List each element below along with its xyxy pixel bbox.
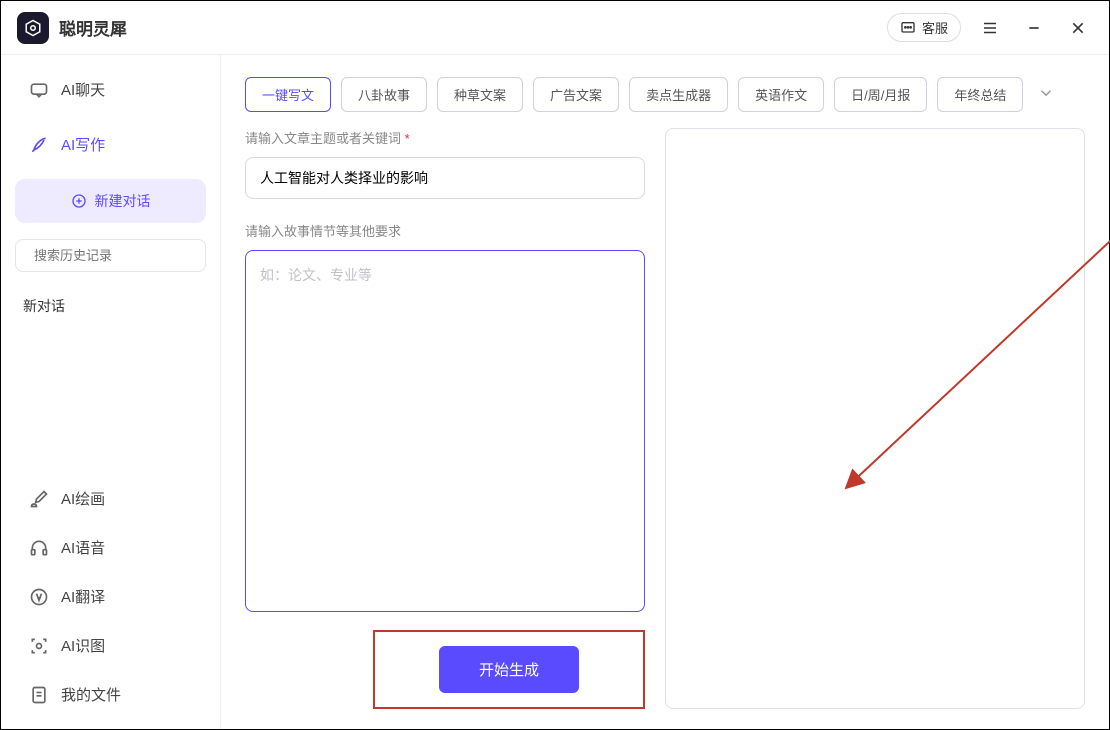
minimize-icon [1026,20,1042,36]
tabs-row: 一键写文 八卦故事 种草文案 广告文案 卖点生成器 英语作文 日/周/月报 年终… [221,55,1109,128]
feather-icon [29,135,49,155]
close-icon [1070,20,1086,36]
tab-ad-copy[interactable]: 广告文案 [533,77,619,112]
tab-year-summary[interactable]: 年终总结 [937,77,1023,112]
menu-button[interactable] [975,13,1005,43]
tab-report[interactable]: 日/周/月报 [834,77,927,112]
app-title: 聪明灵犀 [59,15,127,40]
input-panel: 请输入文章主题或者关键词 * 请输入故事情节等其他要求 开始生成 [245,128,645,709]
extra-textarea[interactable] [245,250,645,612]
hamburger-icon [981,19,999,37]
tab-selling-point[interactable]: 卖点生成器 [629,77,728,112]
brush-icon [29,489,49,509]
sidebar-draw-label: AI绘画 [61,488,105,509]
sidebar-write-label: AI写作 [61,134,105,155]
search-input[interactable] [34,248,210,263]
sidebar-item-ocr[interactable]: AI识图 [9,621,212,670]
tabs-expand-button[interactable] [1037,84,1055,105]
sidebar-files-label: 我的文件 [61,684,121,705]
sidebar-translate-label: AI翻译 [61,586,105,607]
sidebar-item-files[interactable]: 我的文件 [9,670,212,719]
new-chat-button[interactable]: 新建对话 [15,179,206,223]
close-button[interactable] [1063,13,1093,43]
customer-service-button[interactable]: 客服 [887,13,961,42]
sidebar-item-write[interactable]: AI写作 [9,120,212,169]
chevron-down-icon [1037,84,1055,102]
sidebar-item-draw[interactable]: AI绘画 [9,474,212,523]
topic-label: 请输入文章主题或者关键词 * [245,128,645,147]
main-area: 一键写文 八卦故事 种草文案 广告文案 卖点生成器 英语作文 日/周/月报 年终… [221,55,1109,729]
generate-highlight-box: 开始生成 [373,630,645,709]
tab-gossip-story[interactable]: 八卦故事 [341,77,427,112]
sidebar-item-chat[interactable]: AI聊天 [9,65,212,114]
sidebar-chat-label: AI聊天 [61,79,105,100]
plus-circle-icon [71,193,87,209]
app-logo-icon [17,12,49,44]
chat-icon [29,80,49,100]
sidebar: AI聊天 AI写作 新建对话 新对话 AI绘画 AI语音 [1,55,221,729]
topic-input[interactable] [245,157,645,199]
headphones-icon [29,538,49,558]
scan-icon [29,636,49,656]
translate-icon [29,587,49,607]
title-bar: 聪明灵犀 客服 [1,1,1109,55]
chat-bubble-icon [900,20,916,36]
sidebar-ocr-label: AI识图 [61,635,105,656]
history-item[interactable]: 新对话 [9,284,212,328]
search-box[interactable] [15,239,206,272]
tab-english-essay[interactable]: 英语作文 [738,77,824,112]
file-icon [29,685,49,705]
customer-service-label: 客服 [922,18,948,37]
sidebar-item-voice[interactable]: AI语音 [9,523,212,572]
extra-label: 请输入故事情节等其他要求 [245,221,645,240]
sidebar-voice-label: AI语音 [61,537,105,558]
generate-button[interactable]: 开始生成 [439,646,579,693]
tab-onekey-write[interactable]: 一键写文 [245,77,331,112]
sidebar-item-translate[interactable]: AI翻译 [9,572,212,621]
tab-seeding-copy[interactable]: 种草文案 [437,77,523,112]
minimize-button[interactable] [1019,13,1049,43]
output-panel [665,128,1085,709]
new-chat-label: 新建对话 [95,191,151,211]
